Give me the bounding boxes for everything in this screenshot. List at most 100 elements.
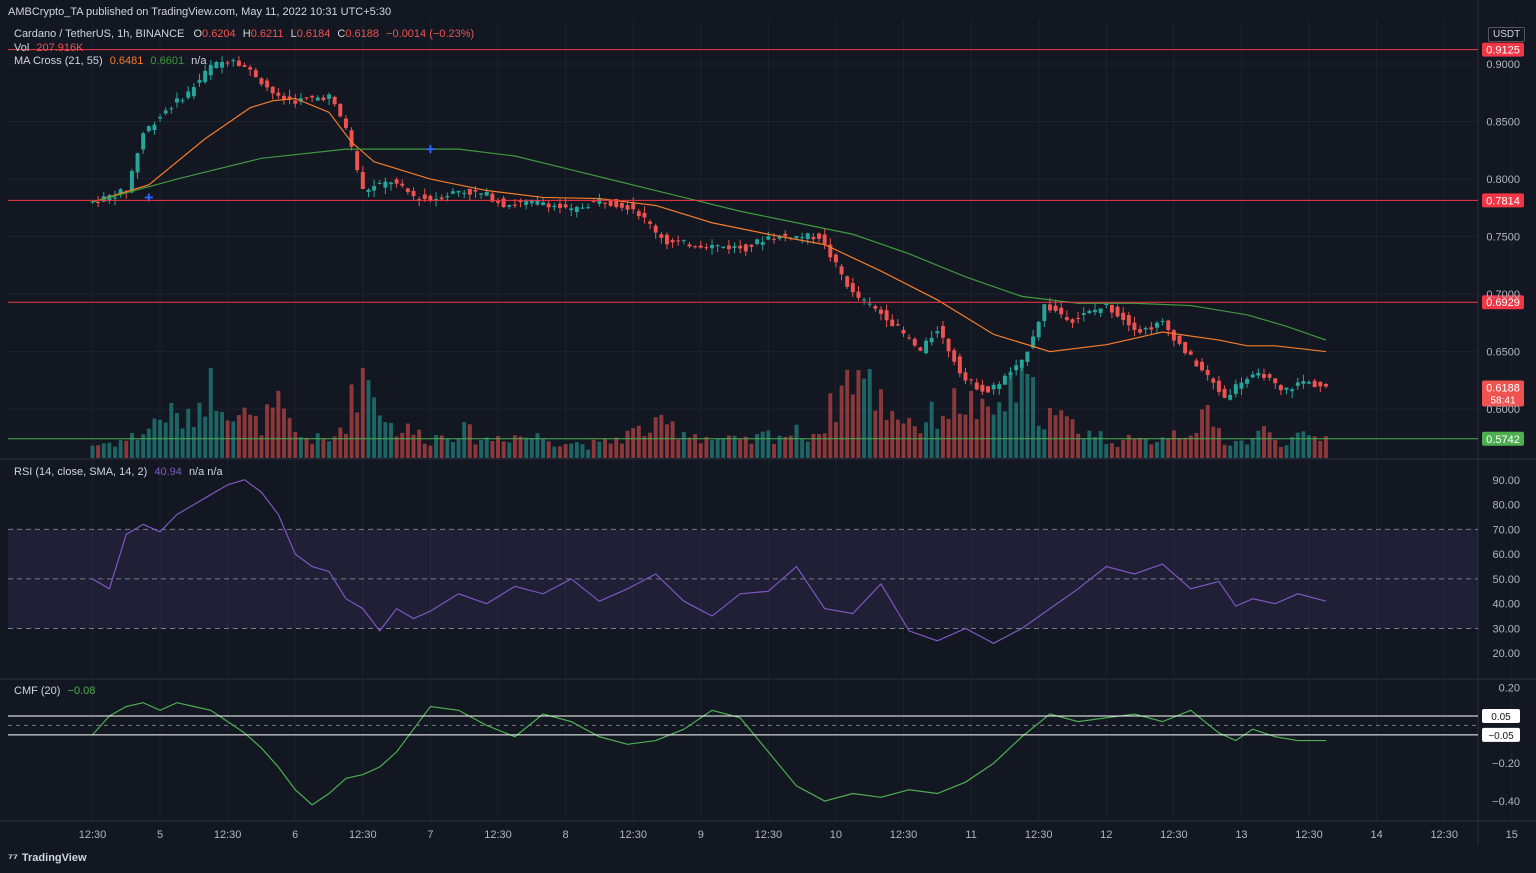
volume-bar [856,369,861,458]
volume-bar [186,408,191,458]
time-axis[interactable]: 12:30 5 12:30 6 12:30 7 12:30 8 12:30 9 12:30 10 12:… [79,829,1536,841]
horizontal-levels: 0.91250.78140.69290.57420.618858:410.05−… [8,42,1524,742]
candle-body [817,233,822,239]
volume-bar [912,426,917,458]
volume-bar [101,443,106,458]
volume-bar [270,407,275,458]
volume-bar [1109,443,1114,458]
candle-body [648,221,653,224]
volume-bar [394,436,399,458]
candle-body [1109,304,1114,313]
candle-body [1014,365,1019,371]
volume-bar [1211,426,1216,458]
volume-bar [890,410,895,458]
x-tick-label: 12:30 [755,829,783,841]
volume-bar [236,414,241,458]
candle-body [794,235,799,239]
candle-body [940,325,945,338]
volume-bar [1205,404,1210,458]
volume-bar [1228,445,1233,458]
candle-body [220,62,224,68]
volume-bar [755,434,760,458]
tradingview-logo-icon: ⁷⁷ [8,851,18,865]
volume-bar [986,406,990,458]
candle-body [704,247,709,249]
ma-slow-line [92,148,1327,341]
level-label: 0.5742 [1486,434,1520,446]
volume-bar [1047,408,1052,458]
candle-body [152,124,157,131]
volume-bar [343,434,348,458]
volume-bar [918,433,923,458]
candle-body [411,190,416,197]
currency-badge[interactable]: USDT [1488,27,1526,42]
candle-body [1312,380,1317,388]
candle-body [952,350,957,362]
volume-bar [1042,429,1047,458]
volume-bar [203,416,208,458]
volume-bar [969,390,974,458]
candle-body [850,283,855,293]
cmf-value: −0.08 [67,685,96,697]
candle-body [174,98,179,103]
volume-bar [1115,447,1120,458]
candle-body [867,303,872,305]
volume-bar [1318,440,1323,458]
volume-bar [693,434,698,458]
volume-bar [591,439,596,458]
candle-body [456,190,461,193]
candle-body [512,204,517,206]
x-tick-label: 12:30 [349,829,377,841]
volume-bar [1262,426,1266,458]
candle-body [642,212,647,218]
cmf-header[interactable]: CMF (20) −0.08 [14,685,95,697]
volume-bar [1323,436,1328,458]
candle-body [625,205,630,210]
volume-bar [1245,444,1250,458]
volume-bar [1312,436,1317,458]
volume-bar [327,441,332,458]
price-tick-label: 0.8000 [1486,174,1520,186]
rsi-tick-label: 90.00 [1492,475,1520,487]
rsi-tick-label: 40.00 [1492,599,1520,611]
rsi-tick-label: 20.00 [1492,648,1520,660]
candle-body [343,118,348,128]
rsi-header[interactable]: RSI (14, close, SMA, 14, 2) 40.94 n/a n/… [14,466,223,478]
candle-body [546,203,551,208]
volume-bar [535,433,540,458]
candle-body [552,205,557,208]
candle-body [1070,319,1075,323]
candle-body [1121,312,1126,320]
tradingview-logo[interactable]: ⁷⁷ TradingView [8,851,87,865]
candle-body [772,238,776,240]
candle-body [732,246,737,248]
volume-bar [574,442,579,458]
volume-bar [141,434,146,458]
candle-body [670,240,675,243]
ma-cross-header[interactable]: MA Cross (21, 55) 0.6481 0.6601 n/a [14,55,206,67]
volume-bar [456,438,461,458]
volume-bar [631,428,636,458]
volume-bar [276,390,281,458]
volume-bar [1222,444,1227,458]
chart-canvas[interactable]: 0.91250.78140.69290.57420.618858:410.05−… [0,0,1536,873]
x-tick-label: 11 [965,829,976,841]
candle-body [805,233,810,239]
cmf-level-label: 0.05 [1491,712,1511,723]
candle-body [636,211,641,217]
volume-bar [1171,430,1176,458]
candle-body [1076,318,1081,320]
volume-header[interactable]: Vol 207.916K [14,42,83,54]
volume-bar [287,417,292,458]
volume-bar [1273,439,1278,458]
volume-bar [496,436,500,458]
candle-body [1177,335,1182,344]
ma-fast-value: 0.6481 [109,55,144,67]
candle-body [535,200,540,205]
x-tick-label: 12:30 [1295,829,1323,841]
x-tick-label: 5 [157,829,163,841]
volume-bar [1149,444,1154,458]
candle-body [163,110,168,114]
volume-bar [1036,425,1041,458]
candle-body [1267,374,1272,378]
